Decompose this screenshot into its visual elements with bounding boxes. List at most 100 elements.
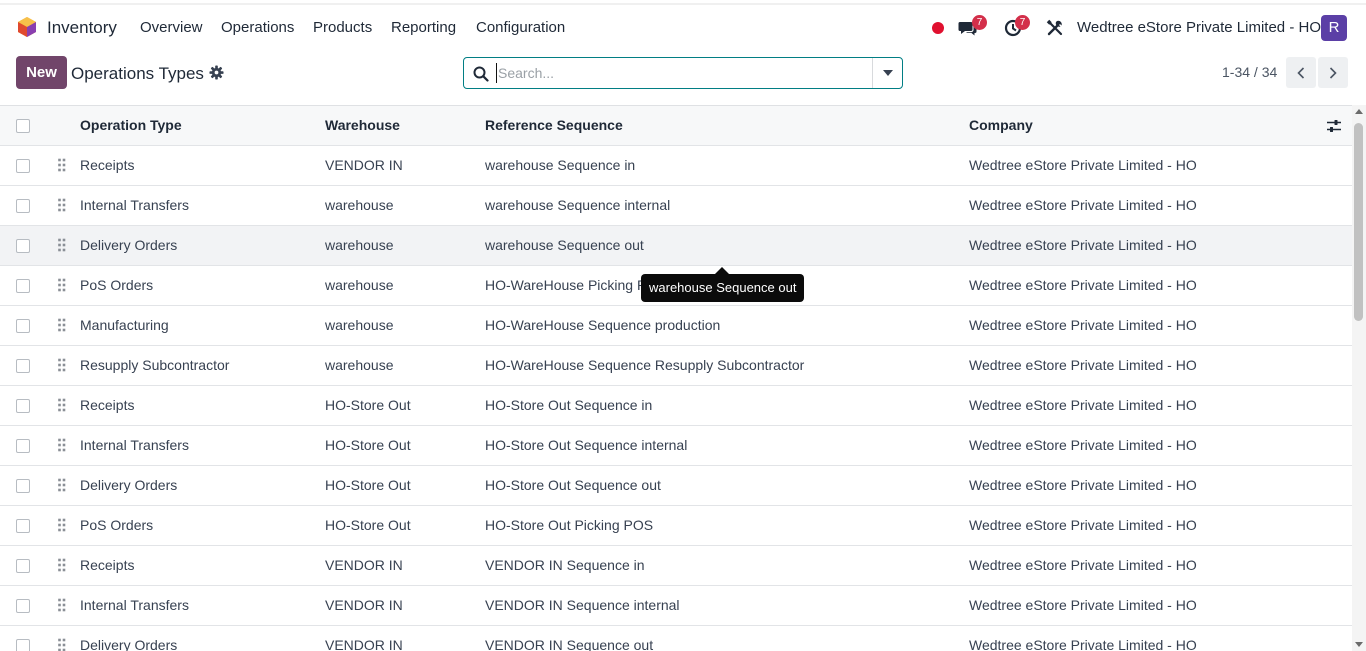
drag-handle-icon[interactable] xyxy=(58,478,66,492)
column-header-company[interactable]: Company xyxy=(969,106,1033,145)
operation-types-table: Operation Type Warehouse Reference Seque… xyxy=(0,105,1352,651)
cell-reference-sequence: HO-WareHouse Picking POS xyxy=(485,277,667,293)
optional-columns-icon[interactable] xyxy=(1326,118,1342,134)
search-options-toggle[interactable] xyxy=(872,58,902,88)
cell-reference-sequence: HO-WareHouse Sequence production xyxy=(485,317,721,333)
row-checkbox[interactable] xyxy=(16,239,30,253)
pager-value[interactable]: 1-34 / 34 xyxy=(1222,64,1277,80)
table-scrollbar[interactable] xyxy=(1352,105,1366,651)
table-row[interactable]: Internal Transfers warehouse warehouse Seq… xyxy=(0,186,1352,226)
cell-company: Wedtree eStore Private Limited - HO xyxy=(969,237,1197,253)
cell-warehouse: VENDOR IN xyxy=(325,557,403,573)
row-checkbox[interactable] xyxy=(16,639,30,651)
table-row[interactable]: Receipts HO-Store Out HO-Store Out Sequenc… xyxy=(0,386,1352,426)
row-checkbox[interactable] xyxy=(16,559,30,573)
scrollbar-thumb[interactable] xyxy=(1354,123,1363,321)
drag-handle-icon[interactable] xyxy=(58,358,66,372)
table-row[interactable]: Delivery Orders VENDOR IN VENDOR IN Sequen… xyxy=(0,626,1352,651)
search-input[interactable] xyxy=(496,63,866,83)
drag-handle-icon[interactable] xyxy=(58,398,66,412)
user-avatar[interactable]: R xyxy=(1321,15,1347,41)
cell-warehouse: warehouse xyxy=(325,317,394,333)
table-row[interactable]: Internal Transfers HO-Store Out HO-Store O… xyxy=(0,426,1352,466)
drag-handle-icon[interactable] xyxy=(58,518,66,532)
row-checkbox[interactable] xyxy=(16,479,30,493)
row-checkbox[interactable] xyxy=(16,519,30,533)
pager-next-button[interactable] xyxy=(1318,57,1348,88)
column-header-warehouse[interactable]: Warehouse xyxy=(325,106,400,145)
row-checkbox[interactable] xyxy=(16,359,30,373)
table-row[interactable]: PoS Orders HO-Store Out HO-Store Out Picki… xyxy=(0,506,1352,546)
table-row[interactable]: Delivery Orders warehouse warehouse Sequen… xyxy=(0,226,1352,266)
tooltip-arrow xyxy=(715,267,729,274)
cell-company: Wedtree eStore Private Limited - HO xyxy=(969,477,1197,493)
new-button[interactable]: New xyxy=(16,56,67,89)
pager-previous-button[interactable] xyxy=(1286,57,1316,88)
row-checkbox[interactable] xyxy=(16,279,30,293)
table-row[interactable]: Receipts VENDOR IN VENDOR IN Sequence in We… xyxy=(0,546,1352,586)
cell-warehouse: warehouse xyxy=(325,237,394,253)
cell-operation-type: Receipts xyxy=(80,557,135,573)
cell-reference-sequence: HO-WareHouse Sequence Resupply Subcontra… xyxy=(485,357,805,373)
company-switcher[interactable]: Wedtree eStore Private Limited - HO xyxy=(1077,19,1321,36)
select-all-checkbox[interactable] xyxy=(16,119,30,133)
drag-handle-icon[interactable] xyxy=(58,438,66,452)
debug-tools-icon[interactable] xyxy=(1046,19,1064,37)
gear-icon[interactable] xyxy=(209,65,224,80)
column-header-reference-sequence[interactable]: Reference Sequence xyxy=(485,106,623,145)
app-name[interactable]: Inventory xyxy=(47,18,117,38)
drag-handle-icon[interactable] xyxy=(58,318,66,332)
scroll-up-arrow-icon[interactable] xyxy=(1355,109,1363,114)
inventory-logo-icon[interactable] xyxy=(16,16,38,38)
drag-handle-icon[interactable] xyxy=(58,598,66,612)
drag-handle-icon[interactable] xyxy=(58,238,66,252)
cell-operation-type: Delivery Orders xyxy=(80,637,178,651)
menu-products[interactable]: Products xyxy=(313,19,372,36)
menu-reporting[interactable]: Reporting xyxy=(391,19,456,36)
recording-status-icon[interactable] xyxy=(932,22,944,34)
cell-company: Wedtree eStore Private Limited - HO xyxy=(969,357,1197,373)
menu-configuration[interactable]: Configuration xyxy=(476,19,565,36)
row-checkbox[interactable] xyxy=(16,599,30,613)
navbar-top-line xyxy=(0,3,1366,5)
table-row[interactable]: Manufacturing warehouse HO-WareHouse Seque… xyxy=(0,306,1352,346)
table-row[interactable]: Resupply Subcontractor warehouse HO-WareHo… xyxy=(0,346,1352,386)
scroll-down-arrow-icon[interactable] xyxy=(1355,642,1363,647)
cell-company: Wedtree eStore Private Limited - HO xyxy=(969,437,1197,453)
row-checkbox[interactable] xyxy=(16,319,30,333)
drag-handle-icon[interactable] xyxy=(58,198,66,212)
drag-handle-icon[interactable] xyxy=(58,278,66,292)
row-checkbox[interactable] xyxy=(16,399,30,413)
cell-reference-sequence: HO-Store Out Sequence in xyxy=(485,397,653,413)
cell-reference-sequence: warehouse Sequence in xyxy=(485,157,636,173)
drag-handle-icon[interactable] xyxy=(58,638,66,651)
cell-operation-type: Manufacturing xyxy=(80,317,169,333)
table-row[interactable]: Delivery Orders HO-Store Out HO-Store Out … xyxy=(0,466,1352,506)
drag-handle-icon[interactable] xyxy=(58,558,66,572)
cell-operation-type: Delivery Orders xyxy=(80,237,178,253)
column-header-operation-type[interactable]: Operation Type xyxy=(80,106,182,145)
cell-company: Wedtree eStore Private Limited - HO xyxy=(969,517,1197,533)
search-icon xyxy=(473,66,489,82)
row-checkbox[interactable] xyxy=(16,159,30,173)
cell-warehouse: HO-Store Out xyxy=(325,397,411,413)
cell-operation-type: Receipts xyxy=(80,157,135,173)
cell-warehouse: VENDOR IN xyxy=(325,637,403,651)
table-row[interactable]: Receipts VENDOR IN warehouse Sequence in We… xyxy=(0,146,1352,186)
row-checkbox[interactable] xyxy=(16,439,30,453)
cell-company: Wedtree eStore Private Limited - HO xyxy=(969,637,1197,651)
cell-company: Wedtree eStore Private Limited - HO xyxy=(969,197,1197,213)
row-checkbox[interactable] xyxy=(16,199,30,213)
cell-operation-type: Internal Transfers xyxy=(80,197,189,213)
menu-overview[interactable]: Overview xyxy=(140,19,203,36)
cell-reference-sequence: HO-Store Out Picking POS xyxy=(485,517,654,533)
table-row[interactable]: Internal Transfers VENDOR IN VENDOR IN Seq… xyxy=(0,586,1352,626)
activities-badge: 7 xyxy=(1015,15,1030,30)
menu-operations[interactable]: Operations xyxy=(221,19,294,36)
cell-company: Wedtree eStore Private Limited - HO xyxy=(969,317,1197,333)
drag-handle-icon[interactable] xyxy=(58,158,66,172)
cell-operation-type: Internal Transfers xyxy=(80,597,189,613)
cell-company: Wedtree eStore Private Limited - HO xyxy=(969,397,1197,413)
top-navbar: Inventory Overview Operations Products R… xyxy=(0,0,1366,50)
messages-badge: 7 xyxy=(972,15,987,30)
